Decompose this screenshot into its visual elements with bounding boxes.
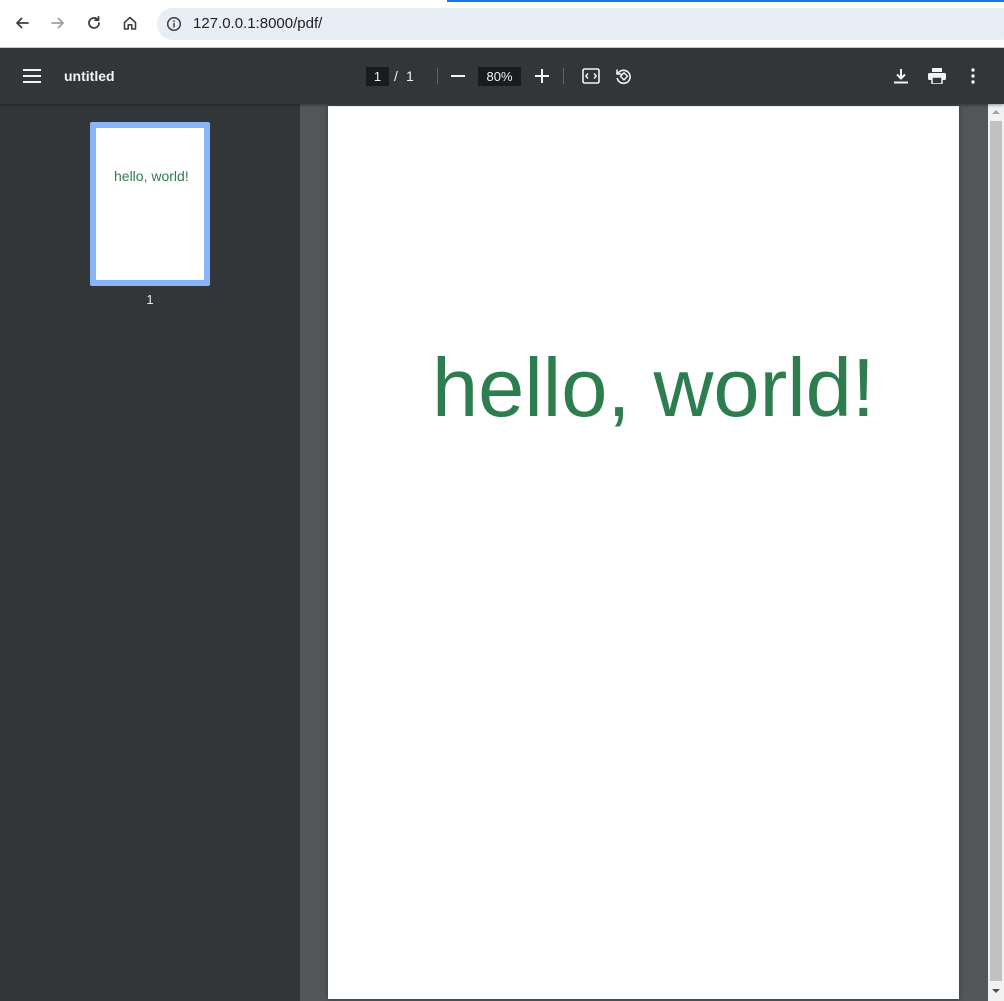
scroll-down-button[interactable] — [988, 983, 1004, 999]
url-text[interactable]: 127.0.0.1:8000/pdf/ — [193, 15, 322, 33]
toolbar-divider — [437, 68, 438, 84]
page-number-input[interactable]: 1 — [366, 67, 389, 86]
browser-toolbar: 127.0.0.1:8000/pdf/ — [0, 0, 1004, 48]
page-content-text: hello, world! — [432, 341, 875, 434]
download-button[interactable] — [887, 62, 915, 90]
zoom-level-input[interactable]: 80% — [478, 67, 521, 86]
print-button[interactable] — [923, 62, 951, 90]
pdf-viewer[interactable]: hello, world! — [300, 104, 988, 1001]
pdf-toolbar: untitled 1 / 1 80% — [0, 48, 1004, 104]
more-options-icon — [971, 68, 975, 84]
active-tab-indicator — [447, 0, 1004, 2]
scrollbar-thumb[interactable] — [990, 121, 1002, 981]
download-icon — [894, 69, 908, 84]
thumbnail-text: hello, world! — [114, 168, 189, 184]
page-separator: / — [394, 68, 398, 84]
thumbnail-sidebar: hello, world! 1 — [0, 104, 300, 1001]
fit-page-icon — [582, 68, 600, 84]
more-options-button[interactable] — [959, 62, 987, 90]
reload-icon — [88, 15, 100, 29]
zoom-out-icon — [451, 75, 465, 77]
scroll-up-button[interactable] — [988, 104, 1004, 120]
menu-button[interactable] — [18, 62, 46, 90]
zoom-in-button[interactable] — [528, 62, 556, 90]
reload-button[interactable] — [81, 10, 107, 36]
scroll-up-icon — [992, 110, 1000, 114]
thumbnail-page-label: 1 — [146, 292, 154, 307]
address-bar[interactable]: 127.0.0.1:8000/pdf/ — [157, 8, 1004, 40]
zoom-out-button[interactable] — [444, 62, 472, 90]
info-icon[interactable] — [165, 15, 183, 33]
page-total: 1 — [406, 68, 414, 84]
zoom-in-icon — [535, 69, 549, 83]
forward-button[interactable] — [45, 10, 71, 36]
print-icon — [928, 68, 946, 84]
toolbar-divider — [563, 68, 564, 84]
rotate-icon — [616, 69, 631, 85]
pdf-page: hello, world! — [328, 106, 959, 999]
forward-icon — [51, 17, 64, 29]
page-thumbnail[interactable]: hello, world! — [90, 122, 210, 286]
menu-icon — [23, 69, 41, 83]
vertical-scrollbar[interactable] — [988, 104, 1004, 1001]
home-button[interactable] — [117, 10, 143, 36]
back-icon — [16, 17, 29, 29]
scroll-down-icon — [992, 989, 1000, 993]
home-icon — [123, 16, 137, 30]
document-title: untitled — [64, 68, 115, 84]
back-button[interactable] — [9, 10, 35, 36]
rotate-button[interactable] — [609, 62, 637, 90]
fit-page-button[interactable] — [577, 62, 605, 90]
